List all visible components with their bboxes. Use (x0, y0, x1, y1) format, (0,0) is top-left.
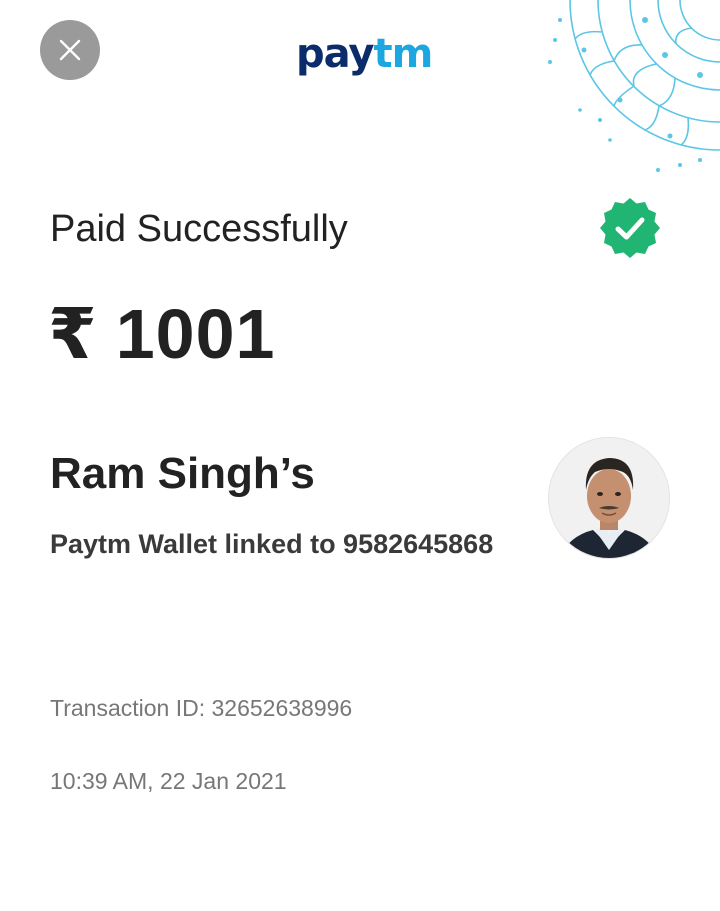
currency-symbol: ₹ (48, 295, 98, 373)
amount-value: 1001 (115, 295, 276, 373)
close-button[interactable] (40, 20, 100, 80)
payment-status-title: Paid Successfully (50, 208, 348, 250)
transaction-datetime: 10:39 AM, 22 Jan 2021 (50, 768, 287, 794)
payment-amount: ₹1001 (48, 292, 275, 376)
paytm-logo: pay tm (296, 24, 433, 77)
logo-pay-text: pay (296, 31, 374, 77)
payee-avatar (549, 438, 669, 558)
verified-check-icon (598, 196, 662, 260)
mandala-decoration (520, 0, 720, 190)
close-icon (59, 39, 81, 61)
payee-wallet-info: Paytm Wallet linked to 9582645868 (50, 529, 494, 559)
transaction-id: Transaction ID: 32652638996 (50, 695, 353, 721)
payee-name: Ram Singh’s (50, 449, 315, 498)
logo-tm-text: tm (373, 31, 433, 77)
